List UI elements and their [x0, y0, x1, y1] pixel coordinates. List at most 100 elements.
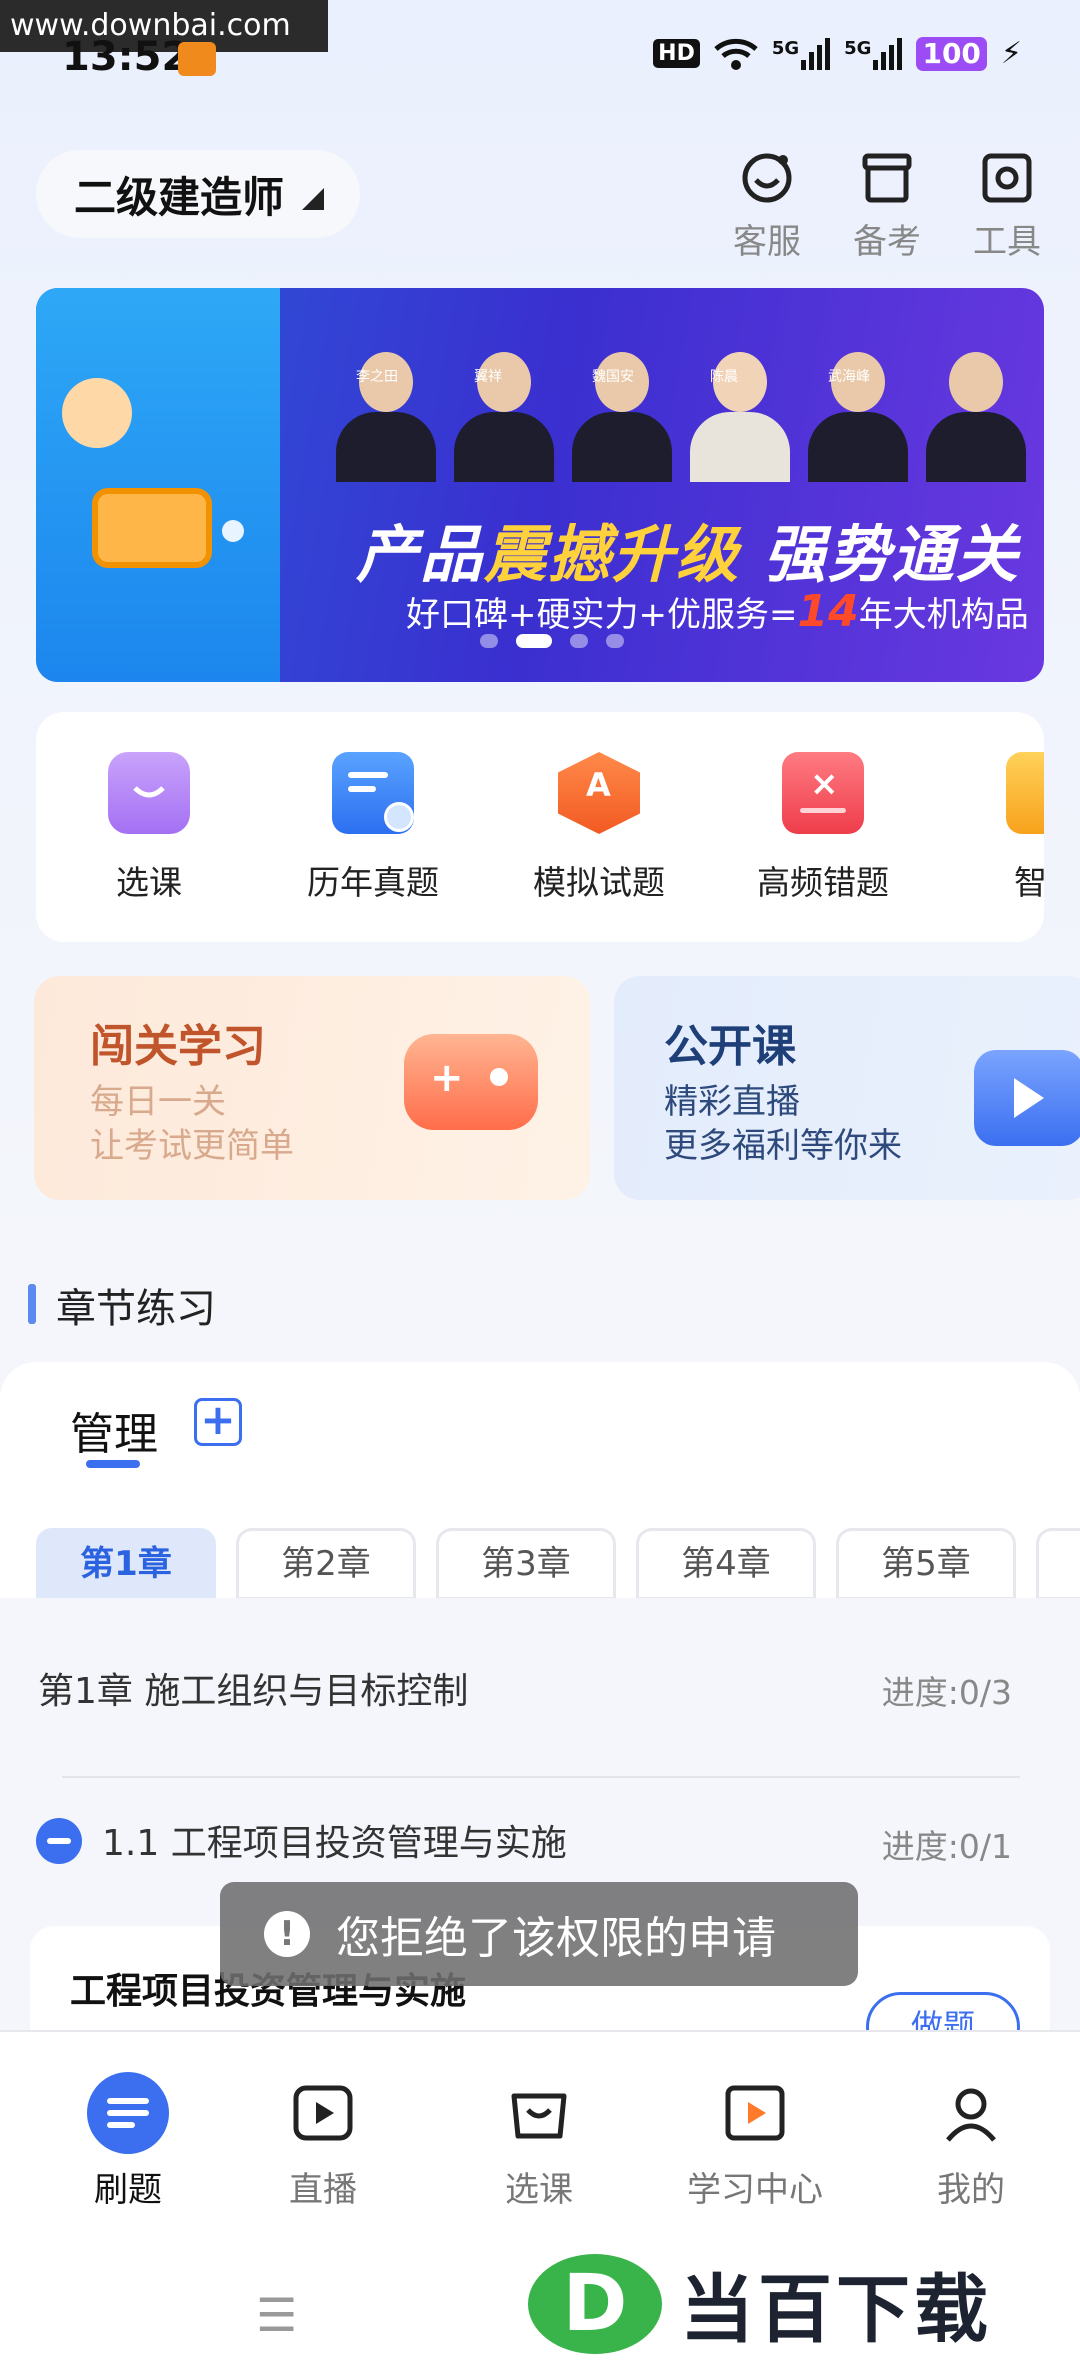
tools-button[interactable]: 工具: [962, 150, 1052, 263]
battery-icon: 100: [916, 36, 987, 71]
nav-courses[interactable]: 选课: [464, 2072, 614, 2211]
charging-icon: ⚡: [1000, 36, 1022, 71]
mock-test-icon: A: [558, 752, 640, 834]
open-class-title: 公开课: [664, 1021, 796, 1072]
wrong-questions-icon: ×: [782, 752, 864, 834]
pagination-dot-active: [516, 634, 552, 648]
quick-menu: 选课 历年真题 A 模拟试题 × 高频错题 智能: [36, 712, 1044, 942]
chapter-row-title[interactable]: 第1章 施工组织与目标控制: [38, 1662, 468, 1714]
hd-icon: HD: [653, 39, 700, 68]
nav-practice[interactable]: 刷题: [53, 2072, 203, 2211]
downbai-logo-icon: D: [528, 2253, 662, 2354]
live-icon: [282, 2072, 364, 2154]
prep-label: 备考: [853, 222, 921, 262]
section-row-progress: 进度:0/1: [881, 1827, 1012, 1866]
practice-icon: [87, 2072, 169, 2154]
exclamation-icon: !: [264, 1911, 310, 1957]
profile-icon: [930, 2072, 1012, 2154]
tools-label: 工具: [973, 222, 1041, 262]
study-center-icon: [714, 2072, 796, 2154]
app-notification-icon: [178, 42, 216, 76]
downbai-logo-watermark: D 当百下载: [528, 2250, 992, 2357]
nav-label: 学习中心: [687, 2170, 823, 2210]
banner-pagination: [480, 634, 624, 648]
quick-item-course-select[interactable]: 选课: [74, 752, 224, 904]
quick-item-smart[interactable]: 智能: [972, 752, 1044, 904]
promo-banner[interactable]: 李之田 翼祥 魏国安 陈晨 武海峰 产品震撼升级 强势通关 好口碑+硬实力+优服…: [36, 288, 1044, 682]
banner-subtitle-num: 14: [797, 586, 859, 637]
section-row-title[interactable]: 1.1 工程项目投资管理与实施: [102, 1814, 567, 1866]
teacher-photo: 李之田: [336, 352, 436, 482]
nav-label: 刷题: [94, 2170, 162, 2210]
challenge-learning-card[interactable]: 闯关学习 每日一关 让考试更简单 +: [34, 976, 590, 1200]
section-title: 章节练习: [56, 1286, 216, 1332]
quick-item-label: 历年真题: [307, 863, 439, 902]
downbai-logo-text: 当百下载: [680, 2267, 992, 2353]
tab-management[interactable]: 管理: [70, 1398, 158, 1462]
banner-subtitle-a: 好口碑+硬实力+优服务=: [406, 595, 798, 635]
chapter-tab-4[interactable]: 第4章: [636, 1528, 816, 1600]
open-class-card[interactable]: 公开课 精彩直播 更多福利等你来: [614, 976, 1080, 1200]
chapter-row-progress: 进度:0/3: [881, 1673, 1012, 1712]
dropdown-triangle-icon: [302, 188, 324, 210]
customer-service-icon: [742, 153, 792, 203]
quick-item-label: 选课: [116, 863, 182, 902]
permission-denied-toast: ! 您拒绝了该权限的申请: [220, 1882, 858, 1986]
nav-label: 选课: [505, 2170, 573, 2210]
quick-item-wrong-questions[interactable]: × 高频错题: [748, 752, 898, 904]
section-accent-bar: [28, 1284, 36, 1324]
quick-item-mock-test[interactable]: A 模拟试题: [524, 752, 674, 904]
chapter-tab-5[interactable]: 第5章: [836, 1528, 1016, 1600]
banner-title-a: 产品: [356, 518, 485, 591]
quick-item-label: 智能: [1014, 863, 1044, 902]
toast-message: 您拒绝了该权限的申请: [336, 1913, 776, 1964]
video-camera-icon: [974, 1050, 1080, 1146]
pagination-dot: [606, 634, 624, 648]
pagination-dot: [570, 634, 588, 648]
shopping-bag-icon: [108, 752, 190, 834]
chapter-tab-1[interactable]: 第1章: [36, 1528, 216, 1600]
banner-illustration: [36, 288, 280, 682]
nav-label: 直播: [289, 2170, 357, 2210]
teacher-photo: 陈晨: [690, 352, 790, 482]
nav-live[interactable]: 直播: [248, 2072, 398, 2211]
courses-icon: [498, 2072, 580, 2154]
teacher-name: 陈晨: [710, 369, 738, 385]
customer-service-button[interactable]: 客服: [722, 150, 812, 263]
status-indicators: HD 5G 5G 100 ⚡: [653, 36, 1022, 71]
past-papers-icon: [332, 752, 414, 834]
banner-title-b: 震撼升级: [484, 518, 741, 591]
status-time: 13:52: [62, 34, 190, 80]
nav-profile[interactable]: 我的: [896, 2072, 1046, 2211]
chapter-tab-more[interactable]: [1036, 1528, 1080, 1600]
divider: [62, 1776, 1020, 1778]
banner-title-c: 强势通关: [740, 518, 1020, 591]
chapter-tab-2[interactable]: 第2章: [236, 1528, 416, 1600]
teacher-photo: 武海峰: [808, 352, 908, 482]
signal-5g-2: 5G: [844, 37, 903, 70]
customer-service-label: 客服: [733, 222, 801, 262]
open-class-line1: 精彩直播: [664, 1082, 800, 1122]
add-subject-button[interactable]: +: [194, 1398, 242, 1446]
teacher-name: 魏国安: [592, 369, 634, 385]
tools-icon: [982, 153, 1032, 203]
nav-study-center[interactable]: 学习中心: [680, 2072, 830, 2211]
gamepad-icon: +: [404, 1034, 538, 1130]
chapter-tab-3[interactable]: 第3章: [436, 1528, 616, 1600]
exam-selector[interactable]: 二级建造师: [36, 150, 360, 238]
quick-item-past-papers[interactable]: 历年真题: [298, 752, 448, 904]
quick-item-label: 模拟试题: [533, 863, 665, 902]
challenge-line2: 让考试更简单: [90, 1126, 294, 1166]
banner-subtitle-b: 年大机构品: [858, 595, 1029, 635]
challenge-title: 闯关学习: [90, 1021, 266, 1072]
wifi-icon: [714, 38, 758, 70]
prep-button[interactable]: 备考: [842, 150, 932, 263]
teacher-photo: [926, 352, 1026, 482]
exam-selector-label: 二级建造师: [74, 172, 285, 222]
challenge-line1: 每日一关: [90, 1082, 226, 1122]
system-menu-icon[interactable]: ☰: [256, 2288, 297, 2342]
collapse-icon[interactable]: [36, 1818, 82, 1864]
tab-underline: [86, 1460, 140, 1468]
teacher-photo: 翼祥: [454, 352, 554, 482]
teacher-photo: 魏国安: [572, 352, 672, 482]
